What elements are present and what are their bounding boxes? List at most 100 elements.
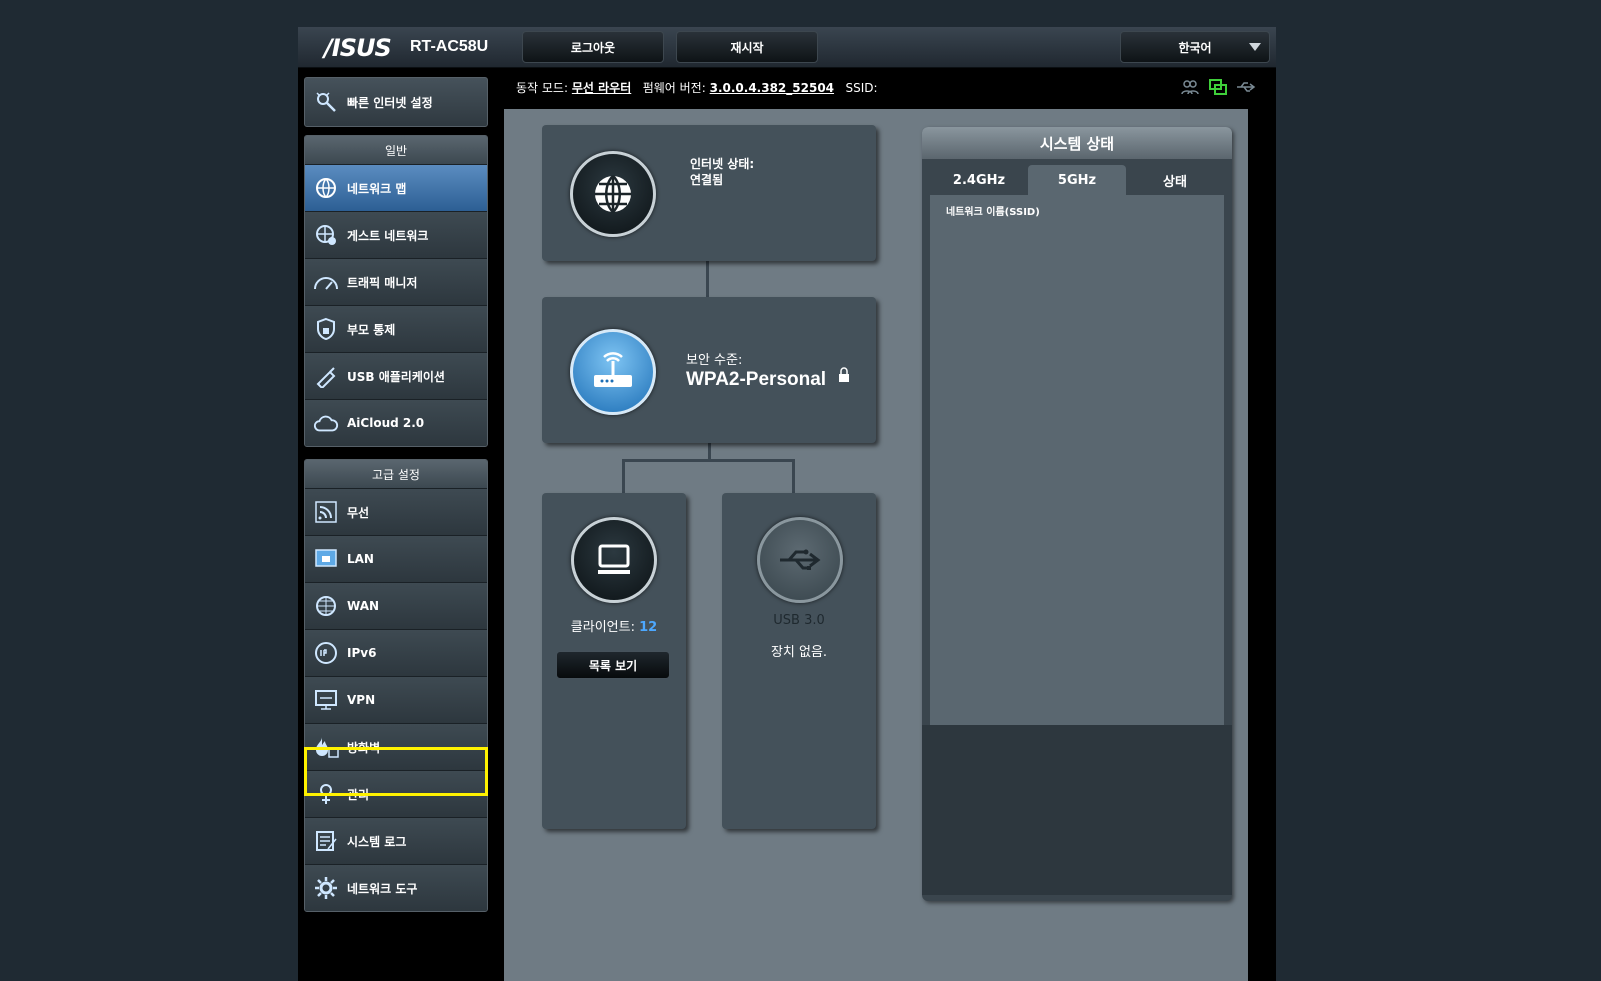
admin-icon [313,781,339,807]
view-list-button[interactable]: 목록 보기 [556,651,670,679]
advanced-menu: 고급 설정 무선 LAN WAN IPv6 VPN 방화벽 관리 시스템 로그 … [304,459,488,912]
ssid-field-label: 네트워크 이름(SSID) [946,207,1040,218]
tab-status[interactable]: 상태 [1126,165,1224,195]
sidebar-item-label: 부모 통제 [347,322,396,337]
firmware-link[interactable]: 3.0.0.4.382_52504 [710,81,834,95]
sidebar-item-label: USB 애플리케이션 [347,369,445,384]
sidebar-item-label: AiCloud 2.0 [347,416,425,430]
quick-setup-button[interactable]: 빠른 인터넷 설정 [304,77,488,127]
status-line: 동작 모드: 무선 라우터 펌웨어 버전: 3.0.0.4.382_52504 … [516,79,878,97]
system-log-icon [313,828,339,854]
sidebar-item-firewall[interactable]: 방화벽 [305,723,487,770]
mode-label: 동작 모드: [516,81,569,95]
logout-button[interactable]: 로그아웃 [522,31,664,63]
reboot-button[interactable]: 재시작 [676,31,818,63]
sidebar-item-label: 관리 [347,787,370,802]
system-status-content: 네트워크 이름(SSID) [930,195,1224,725]
router-admin-window: /ISUS RT-AC58U 로그아웃 재시작 한국어 동작 모드: 무선 라우… [298,27,1276,981]
quick-setup-label: 빠른 인터넷 설정 [347,95,433,110]
sidebar-item-ipv6[interactable]: IPv6 [305,629,487,676]
clients-status-icon[interactable] [1180,78,1200,96]
guest-network-icon [313,222,339,248]
sidebar-item-aicloud[interactable]: AiCloud 2.0 [305,399,487,446]
lan-icon [313,546,339,572]
computer-icon [571,517,657,603]
firewall-icon [313,734,339,760]
parental-control-icon [313,316,339,342]
system-status-title: 시스템 상태 [922,127,1232,159]
sidebar-item-wireless[interactable]: 무선 [305,488,487,535]
sidebar-item-system-log[interactable]: 시스템 로그 [305,817,487,864]
sidebar-item-guest-network[interactable]: 게스트 네트워크 [305,211,487,258]
model-name: RT-AC58U [410,38,489,55]
sidebar-item-network-map[interactable]: 네트워크 맵 [305,164,487,211]
sidebar-item-label: 네트워크 맵 [347,181,407,196]
top-bar: /ISUS RT-AC58U 로그아웃 재시작 한국어 [298,27,1276,68]
sidebar-item-vpn[interactable]: VPN [305,676,487,723]
connector-line [622,459,794,462]
mode-link[interactable]: 무선 라우터 [572,81,631,95]
system-status-footer [922,725,1232,895]
clients-label: 클라이언트: [570,620,635,635]
clients-card[interactable]: 클라이언트: 12 목록 보기 [542,493,686,829]
network-map-icon [313,175,339,201]
sidebar-item-label: 무선 [347,505,370,520]
usb-status: 장치 없음. [770,645,828,660]
router-icon [570,329,656,415]
tab-5ghz[interactable]: 5GHz [1028,165,1126,195]
connector-line [622,459,625,493]
usb-status-icon[interactable] [1236,78,1256,96]
usb-label: USB 3.0 [773,613,825,628]
sidebar-item-label: 시스템 로그 [347,834,407,849]
network-map-panel: 인터넷 상태: 연결됨 보안 수준: WPA2-Personal 클라이언트: … [504,109,1248,981]
chevron-down-icon [1249,43,1261,51]
sidebar-item-label: IPv6 [347,646,377,660]
traffic-manager-icon [313,269,339,295]
internet-status-label: 인터넷 상태: [690,157,755,171]
sidebar-item-parental-control[interactable]: 부모 통제 [305,305,487,352]
network-tools-icon [313,875,339,901]
sidebar-item-wan[interactable]: WAN [305,582,487,629]
connector-line [792,459,795,493]
language-select[interactable]: 한국어 [1120,31,1270,63]
sidebar-item-traffic-manager[interactable]: 트래픽 매니저 [305,258,487,305]
wan-icon [313,593,339,619]
status-icons [1180,78,1256,96]
magic-wand-icon [313,89,339,115]
firmware-label: 펌웨어 버전: [642,81,706,95]
globe-icon [570,151,656,237]
tab-2-4ghz[interactable]: 2.4GHz [930,165,1028,195]
clients-summary: 클라이언트: 12 [542,616,686,635]
general-header: 일반 [305,136,487,164]
sidebar-item-label: 방화벽 [347,740,381,755]
lock-icon [838,367,850,387]
security-value: WPA2-Personal [686,369,827,390]
security-label: 보안 수준: [686,353,743,368]
sidebar-item-usb-app[interactable]: USB 애플리케이션 [305,352,487,399]
asus-logo: /ISUS [324,34,392,62]
usb-icon [757,517,843,603]
usb-card[interactable]: USB 3.0 장치 없음. [722,493,876,829]
sidebar-item-label: WAN [347,599,380,613]
general-menu: 일반 네트워크 맵 게스트 네트워크 트래픽 매니저 부모 통제 USB 애플리… [304,135,488,447]
sidebar-item-label: 게스트 네트워크 [347,228,429,243]
sidebar-item-admin[interactable]: 관리 [305,770,487,817]
internet-card[interactable]: 인터넷 상태: 연결됨 [542,125,876,261]
advanced-header: 고급 설정 [305,460,487,488]
sidebar-item-label: 트래픽 매니저 [347,275,418,290]
language-value: 한국어 [1178,40,1212,55]
usb-app-icon [313,363,339,389]
router-card[interactable]: 보안 수준: WPA2-Personal [542,297,876,443]
system-status-panel: 시스템 상태 2.4GHz 5GHz 상태 네트워크 이름(SSID) [922,127,1232,901]
vpn-icon [313,687,339,713]
system-status-tabs: 2.4GHz 5GHz 상태 [930,165,1224,195]
internet-status-value: 연결됨 [690,173,724,187]
sidebar-item-label: LAN [347,552,374,566]
sidebar-item-label: VPN [347,693,376,707]
ssid-label: SSID: [845,81,878,95]
sidebar-item-network-tools[interactable]: 네트워크 도구 [305,864,487,911]
sidebar-item-lan[interactable]: LAN [305,535,487,582]
wireless-icon [313,499,339,525]
clients-count: 12 [639,620,658,635]
network-status-icon[interactable] [1208,78,1228,96]
